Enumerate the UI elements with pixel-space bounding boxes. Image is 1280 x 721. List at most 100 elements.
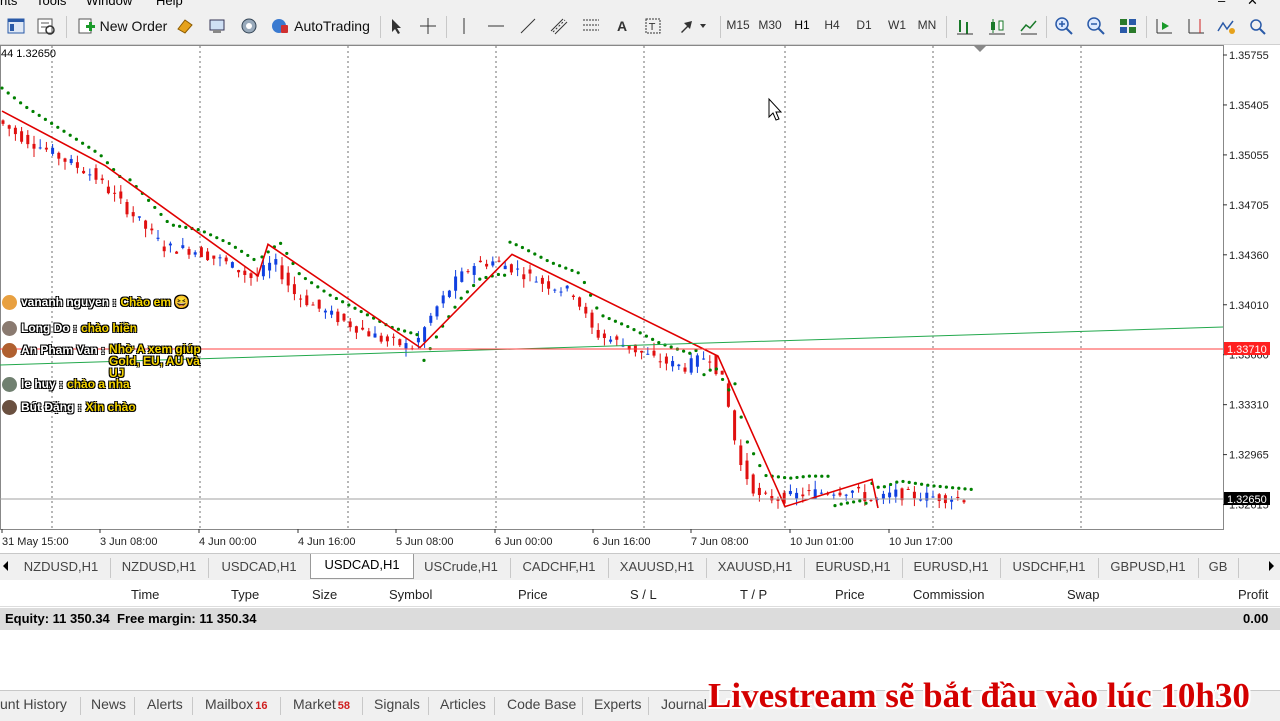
chart-window[interactable]: 1.35755 1.35405 1.35055 1.34705 1.34360 1.340… <box>0 45 1280 555</box>
menu-item-window[interactable]: Window <box>86 0 132 8</box>
profiles-icon[interactable] <box>4 16 28 36</box>
market-watch-icon[interactable] <box>34 16 58 36</box>
col-symbol[interactable]: Symbol <box>389 587 432 602</box>
timeframe-h1[interactable]: H1 <box>788 18 816 32</box>
menu-item-charts[interactable]: nts <box>0 0 17 8</box>
symbol-tab[interactable]: USDCHF,H1 <box>1000 558 1099 578</box>
col-current-price[interactable]: Price <box>835 587 865 602</box>
candle-body <box>317 299 321 309</box>
tab-code-base[interactable]: Code Base <box>507 696 576 712</box>
psar-dot <box>745 440 750 444</box>
chat-message: le huy : chào a nha <box>2 377 130 392</box>
tab-alerts[interactable]: Alerts <box>147 696 183 712</box>
search-icon[interactable] <box>1246 16 1270 36</box>
close-icon[interactable]: ✕ <box>1247 0 1258 8</box>
tab-signals[interactable]: Signals <box>374 696 420 712</box>
symbol-tab[interactable]: GB <box>1198 558 1239 578</box>
symbol-tab[interactable]: EURUSD,H1 <box>804 558 903 578</box>
col-commission[interactable]: Commission <box>913 587 985 602</box>
candle-body <box>838 492 842 496</box>
timeframe-m30[interactable]: M30 <box>756 18 784 32</box>
psar-dot <box>303 276 307 281</box>
tab-articles[interactable]: Articles <box>440 696 486 712</box>
menu-bar: nts Tools Window Help – ✕ <box>0 0 1280 8</box>
tab-scroll-right-icon[interactable] <box>1266 559 1276 573</box>
col-swap[interactable]: Swap <box>1067 587 1100 602</box>
candle-body <box>912 491 916 499</box>
col-type[interactable]: Type <box>231 587 259 602</box>
bar-chart-icon[interactable] <box>954 16 976 36</box>
psar-dot <box>171 223 175 227</box>
tab-market[interactable]: Market 58 <box>293 696 350 712</box>
chat-text: Nhờ A xem giúp Gold, EU, AU và UJ <box>109 342 201 380</box>
col-tp[interactable]: T / P <box>740 587 767 602</box>
symbol-tab[interactable]: USCrude,H1 <box>412 558 511 578</box>
timeframe-mn[interactable]: MN <box>913 18 941 32</box>
signals-icon[interactable] <box>238 16 260 36</box>
minimize-icon[interactable]: – <box>1218 0 1225 8</box>
tab-experts[interactable]: Experts <box>594 696 641 712</box>
menu-item-help[interactable]: Help <box>156 0 183 8</box>
fibonacci-icon[interactable] <box>580 16 602 36</box>
symbol-tab[interactable]: CADCHF,H1 <box>510 558 609 578</box>
menu-item-tools[interactable]: Tools <box>36 0 66 8</box>
timeframe-h4[interactable]: H4 <box>818 18 846 32</box>
line-chart-icon[interactable] <box>1018 16 1040 36</box>
candle-body <box>181 245 185 248</box>
timeframe-m15[interactable]: M15 <box>724 18 752 32</box>
timeframe-w1[interactable]: W1 <box>883 18 911 32</box>
chart-shift-icon[interactable] <box>1184 16 1208 36</box>
col-time[interactable]: Time <box>131 587 159 602</box>
channel-icon[interactable] <box>548 16 570 36</box>
price-chart[interactable]: 1.35755 1.35405 1.35055 1.34705 1.34360 1.340… <box>0 45 1280 555</box>
psar-dot <box>322 289 326 293</box>
crosshair-icon[interactable] <box>418 16 438 36</box>
symbol-tab[interactable]: EURUSD,H1 <box>902 558 1001 578</box>
tab-account-history[interactable]: unt History <box>0 696 67 712</box>
new-order-button[interactable]: New Order <box>74 16 170 36</box>
symbol-tab[interactable]: USDCAD,H1 <box>310 554 414 579</box>
horizontal-line-icon[interactable] <box>486 16 506 36</box>
candlestick-chart-icon[interactable] <box>986 16 1008 36</box>
psar-dot <box>932 484 936 488</box>
zoom-out-icon[interactable] <box>1084 16 1108 36</box>
col-profit[interactable]: Profit <box>1238 587 1268 602</box>
symbol-tab[interactable]: USDCAD,H1 <box>208 558 311 578</box>
tile-windows-icon[interactable] <box>1116 16 1140 36</box>
timeframe-d1[interactable]: D1 <box>850 18 878 32</box>
tab-news[interactable]: News <box>91 696 126 712</box>
psar-dot <box>702 373 706 377</box>
psar-dot <box>644 334 649 338</box>
symbol-tab[interactable]: XAUUSD,H1 <box>706 558 805 578</box>
text-label-icon[interactable]: T <box>642 16 664 36</box>
psar-dot <box>434 335 438 339</box>
trendline-icon[interactable] <box>518 16 538 36</box>
meta-editor-icon[interactable] <box>174 16 196 36</box>
zoom-in-icon[interactable] <box>1052 16 1076 36</box>
symbol-tab[interactable]: XAUUSD,H1 <box>608 558 707 578</box>
symbol-tab[interactable]: GBPUSD,H1 <box>1098 558 1199 578</box>
symbol-tab[interactable]: NZDUSD,H1 <box>110 558 209 578</box>
candle-body <box>757 487 761 496</box>
autotrading-button[interactable]: AutoTrading <box>266 16 374 36</box>
candle-body <box>571 295 575 297</box>
col-sl[interactable]: S / L <box>630 587 657 602</box>
col-price[interactable]: Price <box>518 587 548 602</box>
price-label: 1.35055 <box>1229 150 1269 162</box>
symbol-tab[interactable]: NZDUSD,H1 <box>12 558 111 578</box>
tab-scroll-left-icon[interactable] <box>1 559 11 573</box>
psar-dot <box>472 283 476 288</box>
text-icon[interactable]: A <box>612 16 632 36</box>
strategy-tester-icon[interactable] <box>206 16 228 36</box>
tab-mailbox[interactable]: Mailbox 16 <box>205 696 268 712</box>
candle-body <box>7 125 11 129</box>
vertical-line-icon[interactable] <box>454 16 474 36</box>
psar-dot <box>714 367 719 371</box>
tab-journal[interactable]: Journal <box>661 696 707 712</box>
col-size[interactable]: Size <box>312 587 337 602</box>
autoscroll-icon[interactable] <box>1152 16 1176 36</box>
psar-dot <box>403 329 407 333</box>
cursor-icon[interactable] <box>386 16 406 36</box>
indicators-icon[interactable] <box>1214 16 1238 36</box>
arrows-dropdown[interactable] <box>674 16 712 36</box>
